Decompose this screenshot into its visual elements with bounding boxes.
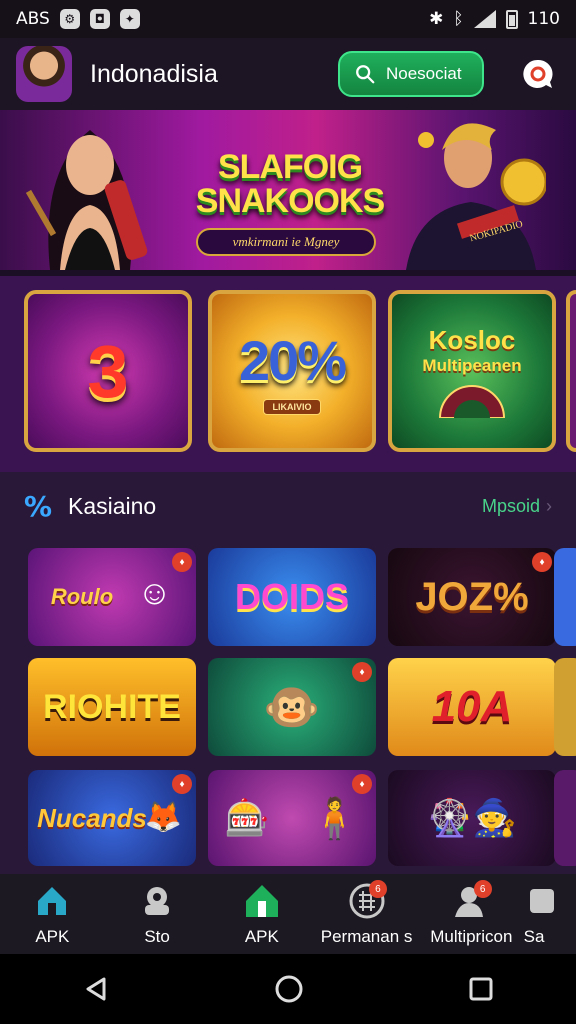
bottom-nav: APK Sto APK 6 Permanan s 6 Multipricon S…	[0, 874, 576, 954]
game-title: Nucands	[37, 802, 147, 833]
notification-badge: 6	[368, 880, 387, 898]
promo-card-label: 3	[87, 329, 129, 413]
search-button[interactable]: Noesociat	[338, 51, 484, 97]
banner-title: SLAFOIG SNAKOOKS	[172, 150, 408, 218]
game-title: Roulo	[50, 584, 114, 609]
banner-title-line1: SLAFOIG	[217, 148, 363, 186]
promo-card-percent[interactable]: 20% LIKAIVIO	[208, 290, 376, 452]
promo-banner[interactable]: SLAFOIG SNAKOOKS vmkirmani ie Mgney NOKI…	[0, 110, 576, 270]
nav-label: APK	[244, 927, 279, 946]
game-title: 10A	[431, 682, 513, 731]
chat-icon	[523, 59, 553, 88]
nav-item-multipricon[interactable]: 6 Multipricon	[419, 874, 524, 954]
game-tile[interactable]: JOZ% ♦	[388, 548, 556, 646]
section-header: % Kasiaino Mpsoid ›	[24, 482, 552, 530]
game-tile[interactable]: DOIDS	[208, 548, 376, 646]
app-notification-icon: ◘	[89, 9, 110, 29]
game-title: JOZ%	[415, 574, 529, 619]
mascot-icon: 🐵	[263, 680, 321, 733]
nav-label: Multipricon	[430, 927, 513, 946]
back-icon[interactable]	[82, 975, 110, 1003]
status-text: ABS	[16, 9, 50, 29]
recents-icon[interactable]	[468, 976, 494, 1002]
casino-icon: %	[24, 489, 53, 523]
settings-notification-icon: ✦	[119, 9, 140, 29]
character-icon: ☺	[137, 574, 172, 612]
notification-badge: 6	[473, 880, 492, 898]
game-tile[interactable]: Roulo ☺ ♦	[28, 548, 196, 646]
promo-card-label: 20%	[238, 328, 347, 392]
status-left: ABS ⚙ ◘ ✦	[16, 9, 140, 29]
app-header: Indonadisia Noesociat	[0, 38, 576, 110]
hostess-illustration	[25, 130, 148, 270]
hot-badge: ♦	[172, 552, 192, 572]
promo-card-bonus[interactable]: 3	[24, 290, 192, 452]
game-tile[interactable]: RIOHITE	[28, 658, 196, 756]
avatar[interactable]	[16, 46, 72, 102]
chat-button[interactable]	[516, 52, 560, 96]
nav-item-sto[interactable]: Sto	[105, 874, 210, 954]
home-icon	[38, 887, 67, 915]
joystick-icon	[145, 887, 170, 915]
bluetooth-icon: ᛒ	[453, 9, 464, 29]
game-tile-peek[interactable]	[554, 548, 576, 646]
fox-icon: 🦊	[144, 801, 182, 834]
promo-card-subtitle: Multipeanen	[422, 355, 522, 375]
signal-icon	[473, 10, 496, 28]
promo-card-tag: LIKAIVIO	[263, 398, 321, 415]
roulette-icon: 🎡	[427, 797, 472, 838]
battery-icon	[505, 9, 518, 29]
game-tile[interactable]: Nucands 🦊 ♦	[28, 770, 196, 866]
game-tile[interactable]: 🎡 🧙	[388, 770, 556, 866]
search-icon	[356, 65, 375, 84]
see-more-link[interactable]: Mpsoid ›	[482, 496, 552, 517]
game-tile[interactable]: 🎰 🧍 ♦	[208, 770, 376, 866]
wizard-icon: 🧙	[472, 797, 517, 838]
nav-item-apk[interactable]: APK	[0, 874, 105, 954]
see-more-label: Mpsoid	[481, 495, 540, 516]
banner-title-line2: SNAKOOKS	[195, 182, 385, 220]
nav-label: Permanan s	[320, 927, 413, 946]
nav-label: Sa	[523, 927, 545, 946]
nav-item-permanan[interactable]: 6 Permanan s	[314, 874, 419, 954]
game-tile[interactable]: 10A	[388, 658, 556, 756]
system-nav-bar	[0, 954, 576, 1024]
notification-icon: ⚙	[59, 9, 80, 29]
roulette-wheel-icon	[438, 384, 506, 418]
promo-card-peek[interactable]	[566, 290, 576, 452]
promo-card-multiplayer[interactable]: Kosloc Multipeanen	[388, 290, 556, 452]
home-button-icon[interactable]	[274, 974, 304, 1004]
app-title: Indonadisia	[90, 59, 218, 88]
game-title: DOIDS	[234, 576, 349, 617]
banner-subtitle: vmkirmani ie Mgney	[196, 228, 376, 256]
promo-carousel: 3 20% LIKAIVIO Kosloc Multipeanen	[0, 276, 576, 472]
hero-icon: 🧍	[309, 796, 360, 841]
vibrate-icon: ✱	[429, 9, 444, 29]
nav-label: APK	[35, 927, 70, 946]
home-active-icon	[245, 885, 278, 917]
game-tile-peek[interactable]	[554, 658, 576, 756]
game-tile-peek[interactable]	[554, 770, 576, 866]
hot-badge: ♦	[352, 662, 372, 682]
game-tile[interactable]: 🐵 ♦	[208, 658, 376, 756]
nav-item-sa[interactable]: Sa	[524, 874, 576, 954]
status-right: ✱ ᛒ 110	[429, 9, 560, 29]
status-bar: ABS ⚙ ◘ ✦ ✱ ᛒ 110	[0, 0, 576, 38]
clock: 110	[527, 9, 560, 29]
dealer-illustration	[406, 123, 546, 270]
slot-icon: 🎰	[224, 797, 270, 838]
game-title: RIOHITE	[43, 687, 181, 726]
hot-badge: ♦	[532, 552, 552, 572]
nav-label: Sto	[144, 927, 170, 946]
search-label: Noesociat	[386, 64, 462, 83]
promo-card-title: Kosloc	[428, 324, 516, 355]
section-title: Kasiaino	[68, 492, 157, 519]
casino-section: % Kasiaino Mpsoid › Roulo ☺ ♦ DOIDS JOZ%…	[0, 472, 576, 874]
chevron-right-icon: ›	[546, 495, 552, 516]
nav-item-apk-active[interactable]: APK	[209, 874, 314, 954]
hot-badge: ♦	[172, 774, 192, 794]
hot-badge: ♦	[352, 774, 372, 794]
more-icon	[529, 889, 554, 913]
